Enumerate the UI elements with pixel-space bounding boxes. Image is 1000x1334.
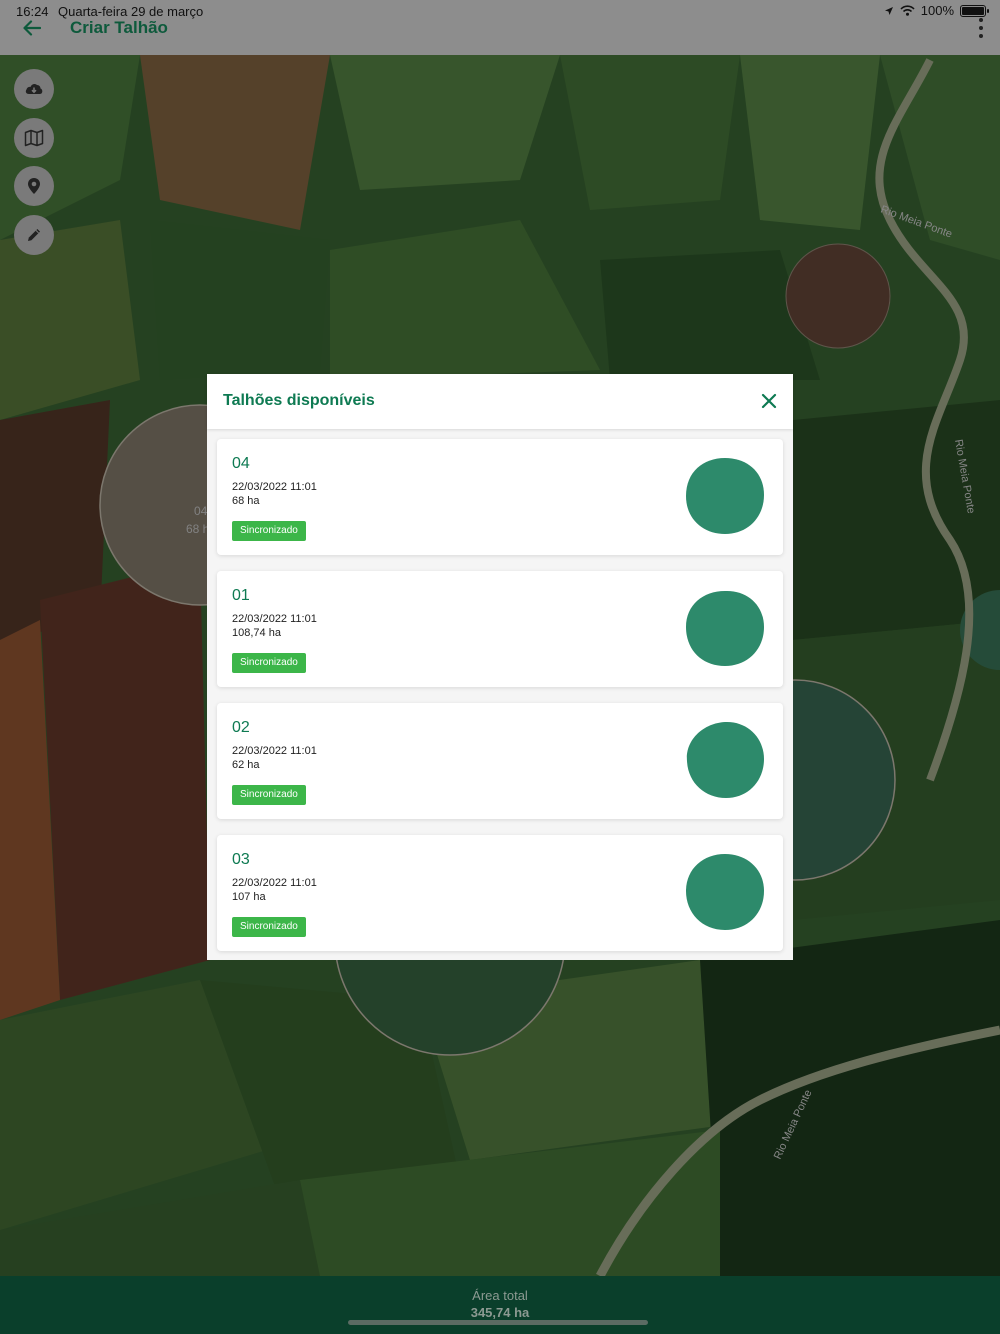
field-area: 107 ha — [232, 891, 266, 903]
close-button[interactable] — [757, 389, 781, 413]
arrow-left-icon — [23, 20, 41, 36]
field-name: 04 — [232, 455, 250, 472]
field-date: 22/03/2022 11:01 — [232, 877, 317, 889]
field-card[interactable]: 02 22/03/2022 11:01 62 ha Sincronizado — [217, 703, 783, 819]
pencil-icon — [28, 229, 40, 241]
field-card[interactable]: 04 22/03/2022 11:01 68 ha Sincronizado — [217, 439, 783, 555]
modal-title: Talhões disponíveis — [223, 392, 375, 409]
field-card[interactable]: 01 22/03/2022 11:01 108,74 ha Sincroniza… — [217, 571, 783, 687]
status-badge: Sincronizado — [232, 653, 306, 673]
location-pin-icon — [28, 178, 40, 194]
total-area-bar: Área total 345,74 ha — [0, 1276, 1000, 1334]
more-options-button[interactable] — [976, 18, 986, 38]
status-date: Quarta-feira 29 de março — [58, 4, 204, 19]
total-area-value: 345,74 ha — [470, 1305, 530, 1320]
cloud-download-icon — [25, 83, 43, 94]
field-name: 03 — [232, 851, 250, 868]
total-area-label: Área total — [472, 1288, 528, 1303]
dot-icon — [979, 34, 983, 38]
home-indicator[interactable] — [348, 1320, 648, 1325]
draw-button[interactable] — [14, 215, 54, 255]
close-icon — [761, 393, 777, 409]
field-shape-preview — [686, 854, 764, 930]
field-date: 22/03/2022 11:01 — [232, 613, 317, 625]
dot-icon — [979, 18, 983, 22]
map-layers-button[interactable] — [14, 118, 54, 158]
dot-icon — [979, 26, 983, 30]
battery-percent: 100% — [920, 3, 954, 18]
field-shape-preview — [686, 722, 764, 798]
field-area: 108,74 ha — [232, 627, 281, 639]
wifi-icon — [900, 5, 915, 16]
status-indicators: 100% — [884, 3, 989, 18]
modal-header: Talhões disponíveis — [207, 374, 793, 429]
status-badge: Sincronizado — [232, 785, 306, 805]
field-shape-preview — [686, 590, 764, 666]
field-card[interactable]: 03 22/03/2022 11:01 107 ha Sincronizado — [217, 835, 783, 951]
field-name: 01 — [232, 587, 250, 604]
page-title: Criar Talhão — [70, 18, 168, 37]
top-bar: 16:24 Quarta-feira 29 de março 100% Cria… — [0, 0, 1000, 55]
location-arrow-icon — [884, 6, 893, 15]
field-area: 62 ha — [232, 759, 260, 771]
field-shape-preview — [686, 458, 764, 534]
map-icon — [24, 129, 44, 147]
battery-icon — [960, 4, 989, 17]
cloud-download-button[interactable] — [14, 69, 54, 109]
field-date: 22/03/2022 11:01 — [232, 481, 317, 493]
field-date: 22/03/2022 11:01 — [232, 745, 317, 757]
field-name: 02 — [232, 719, 250, 736]
location-button[interactable] — [14, 166, 54, 206]
available-fields-modal: Talhões disponíveis 04 22/03/2022 11:01 … — [207, 374, 793, 960]
status-badge: Sincronizado — [232, 521, 306, 541]
field-area: 68 ha — [232, 495, 260, 507]
status-badge: Sincronizado — [232, 917, 306, 937]
back-button[interactable] — [18, 16, 46, 40]
